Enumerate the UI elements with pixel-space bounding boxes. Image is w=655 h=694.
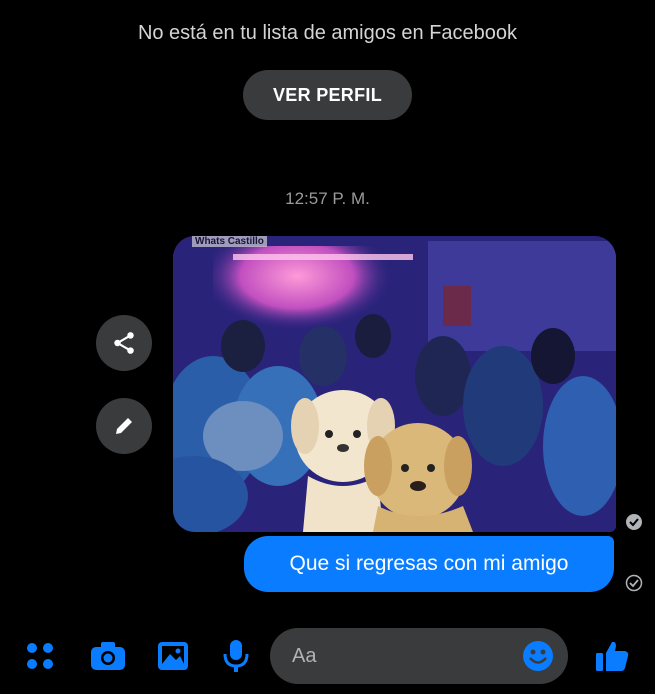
edit-button[interactable] bbox=[96, 398, 152, 454]
share-button[interactable] bbox=[96, 315, 152, 371]
like-button[interactable] bbox=[592, 636, 632, 676]
camera-icon bbox=[91, 642, 125, 670]
camera-button[interactable] bbox=[88, 636, 128, 676]
sent-message-bubble[interactable]: Que si regresas con mi amigo bbox=[244, 536, 614, 592]
menu-dots-icon bbox=[27, 643, 53, 669]
pencil-icon bbox=[116, 418, 132, 434]
delivered-check-icon bbox=[626, 514, 642, 530]
not-friends-notice: No está en tu lista de amigos en Faceboo… bbox=[137, 22, 518, 44]
gallery-button[interactable] bbox=[153, 636, 193, 676]
image-watermark: Whats Castillo bbox=[192, 236, 267, 247]
voice-message-button[interactable] bbox=[216, 636, 256, 676]
gallery-icon bbox=[158, 642, 188, 670]
thumbs-up-icon bbox=[596, 641, 629, 671]
shared-image[interactable] bbox=[173, 236, 616, 532]
share-icon bbox=[114, 332, 134, 354]
microphone-icon bbox=[223, 640, 249, 672]
message-input[interactable] bbox=[290, 643, 514, 669]
message-composer[interactable] bbox=[270, 628, 568, 684]
sent-check-icon bbox=[625, 574, 643, 592]
party-photo bbox=[173, 236, 616, 532]
more-actions-button[interactable] bbox=[20, 636, 60, 676]
message-timestamp: 12:57 P. M. bbox=[285, 189, 370, 208]
view-profile-button[interactable]: VER PERFIL bbox=[243, 70, 412, 120]
emoji-icon[interactable] bbox=[522, 640, 554, 672]
